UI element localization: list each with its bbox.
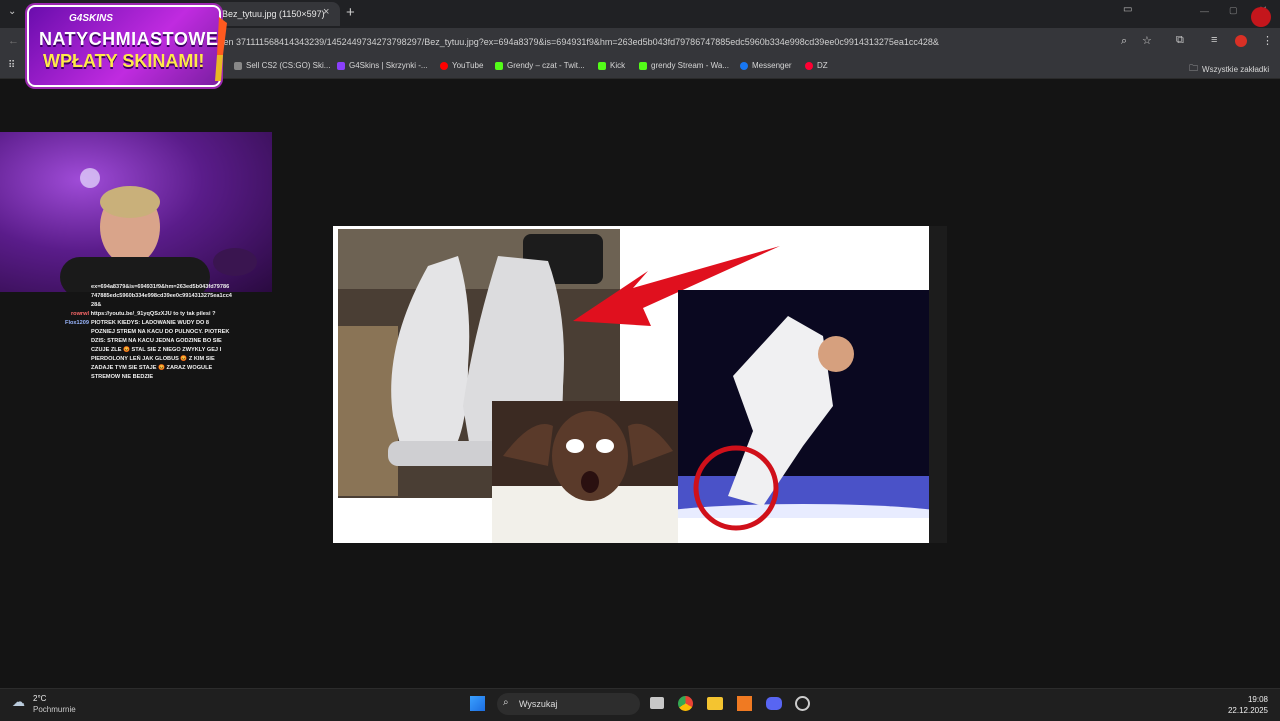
address-bar[interactable]: men 371111568414343239/14524497342737982… xyxy=(216,32,1116,52)
media-icon[interactable]: ≡ xyxy=(1211,34,1217,46)
cast-icon[interactable]: ▭ xyxy=(1123,4,1132,15)
bookmark-icon xyxy=(337,61,345,70)
maximize-icon[interactable]: ▢ xyxy=(1229,5,1238,16)
search-placeholder: Wyszukaj xyxy=(519,699,558,709)
chat-message: rowrwl https://youtu.be/_91yqQSzXJU to t… xyxy=(62,310,232,319)
bookmark-kick[interactable]: Kick xyxy=(598,61,625,70)
weather-icon[interactable]: ☁ xyxy=(12,694,25,710)
chat-text: PIOTREK KIEDYS: LADOWANIE WUDY DO 8 POZN… xyxy=(91,320,230,380)
clock-date: 22.12.2025 xyxy=(1227,706,1268,715)
task-view-icon[interactable] xyxy=(650,697,664,709)
chat-message: Flox1209 PIOTREK KIEDYS: LADOWANIE WUDY D… xyxy=(62,319,232,382)
zoom-icon[interactable]: ⌕ xyxy=(1121,35,1127,48)
new-tab-button[interactable]: + xyxy=(346,4,355,21)
bookmark-label: Messenger xyxy=(752,61,792,70)
back-icon[interactable]: ← xyxy=(8,35,19,47)
bookmark-label: YouTube xyxy=(452,61,484,70)
file-explorer-icon[interactable] xyxy=(707,697,723,710)
chat-overlay: ex=694a8379&is=694931f9&hm=263ed5b043fd7… xyxy=(62,283,232,382)
promo-line-1: NATYCHMIASTOWE xyxy=(39,29,219,49)
weather-temp[interactable]: 2°C xyxy=(33,694,46,703)
discord-icon[interactable] xyxy=(766,697,782,710)
promo-brand: G4SKINS xyxy=(69,13,113,24)
bookmark-youtube[interactable]: YouTube xyxy=(440,61,483,70)
extensions-icon[interactable]: ⧉ xyxy=(1176,34,1184,47)
clock-time: 19:08 xyxy=(1247,695,1268,704)
webcam-feed xyxy=(0,132,272,292)
age-badge xyxy=(1251,7,1271,27)
tab-close-icon[interactable]: × xyxy=(323,6,329,18)
obs-icon[interactable] xyxy=(795,696,810,711)
bookmark-grendy-stream[interactable]: grendy Stream - Wa... xyxy=(639,61,729,70)
weather-condition[interactable]: Pochmurnie xyxy=(33,705,76,714)
meme-image xyxy=(338,229,929,543)
bookmark-label: Kick xyxy=(610,61,626,70)
profile-avatar[interactable] xyxy=(1235,35,1247,47)
bookmark-messenger[interactable]: Messenger xyxy=(740,61,792,70)
menu-icon[interactable]: ⋮ xyxy=(1262,34,1273,47)
kick-icon xyxy=(495,61,503,70)
search-icon: ⌕ xyxy=(503,697,509,708)
kick-icon xyxy=(639,61,647,70)
chrome-icon[interactable] xyxy=(678,696,693,711)
tab-search-icon[interactable]: ⌄ xyxy=(8,6,16,17)
astronaut-face xyxy=(818,336,854,372)
image-viewer xyxy=(333,226,929,543)
bookmark-label: DZ xyxy=(817,61,828,70)
chat-line: ex=694a8379&is=694931f9&hm=263ed5b043fd7… xyxy=(91,284,232,308)
chat-username: rowrwl xyxy=(70,311,89,317)
chat-text: https://youtu.be/_91yqQSzXJU to ty tak p… xyxy=(90,311,216,317)
bookmark-sell-cs2[interactable]: Sell CS2 (CS:GO) Ski... xyxy=(234,61,330,70)
facebook-icon xyxy=(740,61,748,70)
start-icon[interactable] xyxy=(470,696,485,711)
bookmark-grendy-twitch[interactable]: Grendy – czat - Twit... xyxy=(495,61,585,70)
clock[interactable]: 19:08 22.12.2025 xyxy=(1228,694,1268,716)
minimize-icon[interactable]: — xyxy=(1200,6,1209,16)
bookmark-g4skins[interactable]: G4Skins | Skrzynki -... xyxy=(337,61,428,70)
viewer-shadow xyxy=(929,226,947,543)
folder-icon: 🗀 xyxy=(1189,63,1199,73)
bookmark-icon xyxy=(805,61,813,70)
bookmark-label: Grendy – czat - Twit... xyxy=(507,61,585,70)
taskbar xyxy=(0,688,1280,721)
all-bookmarks-label: Wszystkie zakładki xyxy=(1202,64,1270,74)
bookmark-label: Sell CS2 (CS:GO) Ski... xyxy=(246,61,331,70)
star-icon[interactable]: ☆ xyxy=(1142,34,1152,47)
bookmark-icon xyxy=(234,61,242,70)
promo-line-2: WPŁATY SKINAMI! xyxy=(43,51,205,71)
kick-icon xyxy=(598,61,606,70)
bookmark-label: G4Skins | Skrzynki -... xyxy=(349,61,428,70)
knife-icon xyxy=(215,17,227,81)
bookmark-label: grendy Stream - Wa... xyxy=(651,61,729,70)
apps-icon[interactable]: ⠿ xyxy=(8,60,15,71)
app-icon[interactable] xyxy=(737,696,752,711)
youtube-icon xyxy=(440,61,448,70)
promo-banner: G4SKINS NATYCHMIASTOWE WPŁATY SKINAMI! xyxy=(27,5,221,87)
chat-username: Flox1209 xyxy=(65,320,89,326)
tab-title: Bez_tytuu.jpg (1150×597) xyxy=(222,9,325,19)
streamer-figure xyxy=(60,168,257,292)
bookmark-dz[interactable]: DZ xyxy=(805,61,828,70)
all-bookmarks[interactable]: 🗀 Wszystkie zakładki xyxy=(1189,61,1269,77)
